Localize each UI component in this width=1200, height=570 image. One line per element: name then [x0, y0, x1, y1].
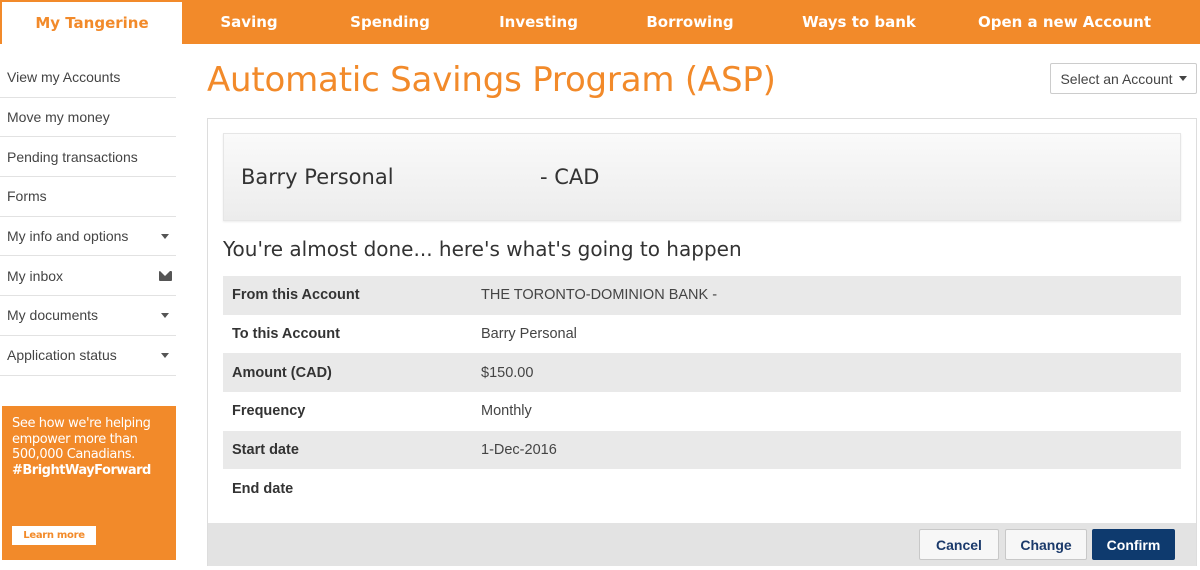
tab-saving[interactable]: Saving — [184, 0, 314, 44]
account-banner: Barry Personal - CAD — [223, 133, 1181, 221]
sidebar-item-pending-transactions[interactable]: Pending transactions — [0, 137, 176, 178]
chevron-down-icon — [161, 352, 169, 358]
tab-my-tangerine[interactable]: My Tangerine — [0, 0, 184, 44]
row-label: Amount (CAD) — [232, 364, 332, 381]
row-label: End date — [232, 480, 294, 497]
row-label: To this Account — [232, 326, 340, 343]
sidebar-item-forms[interactable]: Forms — [0, 177, 176, 217]
promo-banner[interactable]: See how we're helping empower more than … — [2, 406, 176, 560]
promo-text: See how we're helping empower more than … — [12, 416, 151, 462]
chevron-down-icon — [161, 312, 169, 318]
tab-borrowing[interactable]: Borrowing — [611, 0, 769, 44]
row-value: Barry Personal — [481, 326, 577, 343]
change-button[interactable]: Change — [1005, 529, 1087, 560]
table-row: End date — [223, 469, 1181, 508]
row-label: Frequency — [232, 403, 306, 420]
chevron-down-icon — [1178, 76, 1187, 81]
cancel-button[interactable]: Cancel — [919, 529, 999, 560]
sidebar-item-application-status[interactable]: Application status — [0, 336, 176, 376]
sidebar-item-label: Forms — [7, 188, 47, 205]
row-value: THE TORONTO-DOMINION BANK - — [481, 287, 718, 304]
sidebar-item-inbox[interactable]: My inbox — [0, 256, 176, 297]
table-row: From this Account THE TORONTO-DOMINION B… — [223, 276, 1181, 315]
details-table: From this Account THE TORONTO-DOMINION B… — [223, 276, 1181, 508]
row-label: From this Account — [232, 287, 360, 304]
sidebar-item-label: My info and options — [7, 228, 129, 245]
table-row: Start date 1-Dec-2016 — [223, 430, 1181, 470]
confirm-button[interactable]: Confirm — [1092, 529, 1175, 560]
account-name: Barry Personal — [241, 165, 394, 189]
row-value: 1-Dec-2016 — [481, 442, 557, 459]
table-row: To this Account Barry Personal — [223, 315, 1181, 354]
row-label: Start date — [232, 442, 299, 459]
sidebar-item-label: View my Accounts — [7, 69, 121, 86]
row-value: $150.00 — [481, 364, 534, 381]
learn-more-button[interactable]: Learn more — [12, 526, 96, 545]
tab-investing[interactable]: Investing — [466, 0, 611, 44]
section-subtitle: You're almost done... here's what's goin… — [223, 237, 742, 261]
sidebar-item-label: Pending transactions — [7, 148, 138, 165]
table-row: Frequency Monthly — [223, 392, 1181, 431]
row-value: Monthly — [481, 403, 532, 420]
tab-spending[interactable]: Spending — [314, 0, 466, 44]
asp-confirmation-panel: Barry Personal - CAD You're almost done.… — [207, 118, 1197, 566]
tab-open-new-account[interactable]: Open a new Account — [949, 0, 1180, 44]
select-account-dropdown[interactable]: Select an Account — [1050, 63, 1197, 94]
sidebar: View my Accounts Move my money Pending t… — [0, 58, 176, 376]
page-title: Automatic Savings Program (ASP) — [207, 60, 776, 100]
sidebar-item-label: My documents — [7, 307, 99, 324]
sidebar-item-label: Application status — [7, 347, 117, 364]
sidebar-item-move-money[interactable]: Move my money — [0, 98, 176, 138]
sidebar-item-view-accounts[interactable]: View my Accounts — [0, 58, 176, 98]
promo-hashtag: #BrightWayForward — [12, 462, 151, 478]
action-bar: Cancel Change Confirm — [208, 523, 1196, 566]
chevron-down-icon — [161, 233, 169, 239]
select-account-label: Select an Account — [1060, 70, 1173, 87]
tab-ways-to-bank[interactable]: Ways to bank — [769, 0, 949, 44]
sidebar-item-documents[interactable]: My documents — [0, 296, 176, 336]
top-navigation: My Tangerine Saving Spending Investing B… — [0, 0, 1200, 44]
sidebar-item-label: My inbox — [7, 267, 64, 284]
envelope-icon — [159, 270, 172, 281]
sidebar-item-label: Move my money — [7, 109, 110, 126]
sidebar-item-info-options[interactable]: My info and options — [0, 217, 176, 257]
table-row: Amount (CAD) $150.00 — [223, 353, 1181, 393]
account-currency: - CAD — [540, 165, 600, 189]
